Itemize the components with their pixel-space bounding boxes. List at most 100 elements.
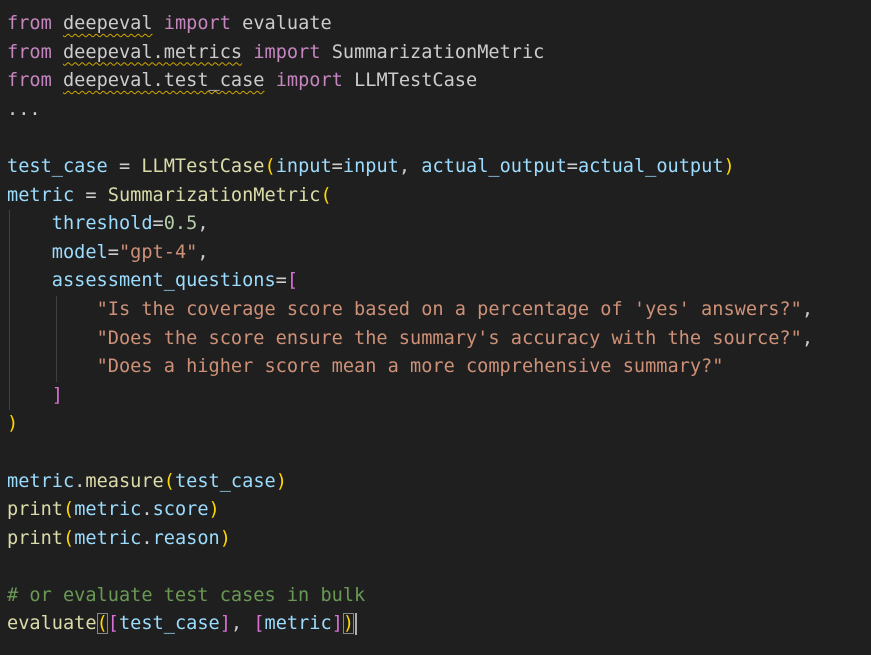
comma: , (801, 298, 814, 320)
class-name: SummarizationMetric (107, 184, 321, 206)
ellipsis: ... (7, 98, 41, 120)
function-evaluate: evaluate (7, 613, 97, 635)
param-name: assessment_questions (51, 270, 276, 292)
attribute-name: reason (152, 527, 220, 549)
param-value: actual_output (577, 155, 724, 177)
comma: , (398, 155, 422, 177)
string-value: "gpt-4" (118, 241, 198, 263)
bracket-close: ] (331, 613, 343, 635)
question-string: "Does a higher score mean a more compreh… (96, 356, 724, 378)
keyword-from: from (7, 41, 52, 63)
code-line-6[interactable]: test_case = LLMTestCase(input=input, act… (0, 153, 871, 182)
code-editor[interactable]: from deepeval import evaluate from deepe… (0, 0, 871, 655)
code-line-16[interactable] (0, 439, 871, 468)
object-name: metric (74, 527, 142, 549)
comma: , (197, 213, 209, 235)
code-line-3[interactable]: from deepeval.test_case import LLMTestCa… (0, 67, 871, 96)
keyword-from: from (7, 70, 52, 92)
indent-guide (9, 267, 10, 296)
code-line-13[interactable]: "Does a higher score mean a more compreh… (0, 353, 871, 382)
code-line-9[interactable]: model="gpt-4", (0, 238, 871, 268)
question-string: "Is the coverage score based on a percen… (96, 298, 802, 320)
module-name: deepeval.test_case (62, 70, 265, 92)
code-line-15[interactable]: ) (0, 410, 871, 439)
code-line-8[interactable]: threshold=0.5, (0, 210, 871, 239)
equals: = (331, 155, 343, 177)
equals: = (152, 213, 164, 235)
paren-open: ( (62, 499, 75, 521)
indent-guide (9, 324, 10, 354)
indent-guide (56, 324, 57, 354)
paren-open: ( (264, 155, 276, 177)
indent-guide (9, 295, 10, 325)
code-line-5[interactable] (0, 124, 871, 153)
indent-guide (56, 353, 57, 382)
code-line-1[interactable]: from deepeval import evaluate (0, 10, 871, 39)
dot: . (141, 527, 153, 549)
paren-close: ) (219, 527, 231, 549)
indent-guide (9, 353, 10, 382)
indent-guide (9, 238, 10, 268)
paren-close: ) (723, 155, 735, 177)
paren-close: ) (275, 470, 287, 492)
assign-operator: = (74, 184, 108, 206)
code-line-21[interactable]: # or evaluate test cases in bulk (0, 582, 871, 611)
paren-open: ( (163, 470, 175, 492)
bracket-open: [ (286, 270, 299, 292)
code-line-19[interactable]: print(metric.reason) (0, 525, 871, 554)
param-value: input (342, 155, 399, 177)
question-string: "Does the score ensure the summary's acc… (96, 327, 802, 349)
comma: , (197, 241, 209, 263)
bracket-close: ] (219, 613, 231, 635)
dot: . (74, 470, 86, 492)
code-line-4[interactable]: ... (0, 96, 871, 125)
code-line-20[interactable] (0, 553, 871, 582)
code-line-7[interactable]: metric = SummarizationMetric( (0, 182, 871, 211)
code-line-2[interactable]: from deepeval.metrics import Summarizati… (0, 39, 871, 68)
comma: , (801, 327, 814, 349)
paren-close: ) (342, 613, 355, 635)
variable-test-case: test_case (7, 155, 108, 177)
param-name: threshold (51, 213, 153, 235)
code-line-22[interactable]: evaluate([test_case], [metric]) (0, 610, 871, 639)
equals: = (566, 155, 578, 177)
method-name: measure (85, 470, 164, 492)
module-name: deepeval.metrics (62, 41, 243, 63)
keyword-import: import (275, 70, 343, 92)
comma: , (230, 613, 254, 635)
code-line-12[interactable]: "Does the score ensure the summary's acc… (0, 324, 871, 354)
bracket-close: ] (51, 384, 63, 406)
argument: metric (264, 613, 332, 635)
code-line-11[interactable]: "Is the coverage score based on a percen… (0, 295, 871, 325)
paren-close: ) (7, 413, 19, 435)
function-print: print (7, 527, 63, 549)
variable-metric: metric (7, 184, 75, 206)
assign-operator: = (107, 155, 142, 177)
param-name: actual_output (421, 155, 567, 177)
paren-open: ( (62, 527, 75, 549)
module-name: deepeval (62, 13, 153, 34)
param-name: input (275, 155, 332, 177)
equals: = (275, 270, 287, 292)
number-value: 0.5 (163, 213, 198, 235)
code-line-10[interactable]: assessment_questions=[ (0, 267, 871, 296)
code-line-18[interactable]: print(metric.score) (0, 496, 871, 525)
bracket-open: [ (107, 613, 119, 635)
dot: . (141, 499, 153, 521)
attribute-name: score (152, 499, 209, 521)
import-name: evaluate (242, 13, 332, 34)
import-name: SummarizationMetric (331, 41, 545, 63)
indent-guide (9, 210, 10, 239)
bracket-open: [ (253, 613, 265, 635)
object-name: metric (74, 499, 142, 521)
indent-guide (56, 295, 57, 325)
function-print: print (7, 499, 63, 521)
indent-guide (9, 381, 10, 411)
paren-open: ( (96, 613, 108, 635)
paren-close: ) (208, 499, 220, 521)
code-line-14[interactable]: ] (0, 381, 871, 411)
code-line-17[interactable]: metric.measure(test_case) (0, 468, 871, 497)
equals: = (107, 241, 119, 263)
keyword-from: from (7, 13, 52, 34)
keyword-import: import (253, 41, 321, 63)
